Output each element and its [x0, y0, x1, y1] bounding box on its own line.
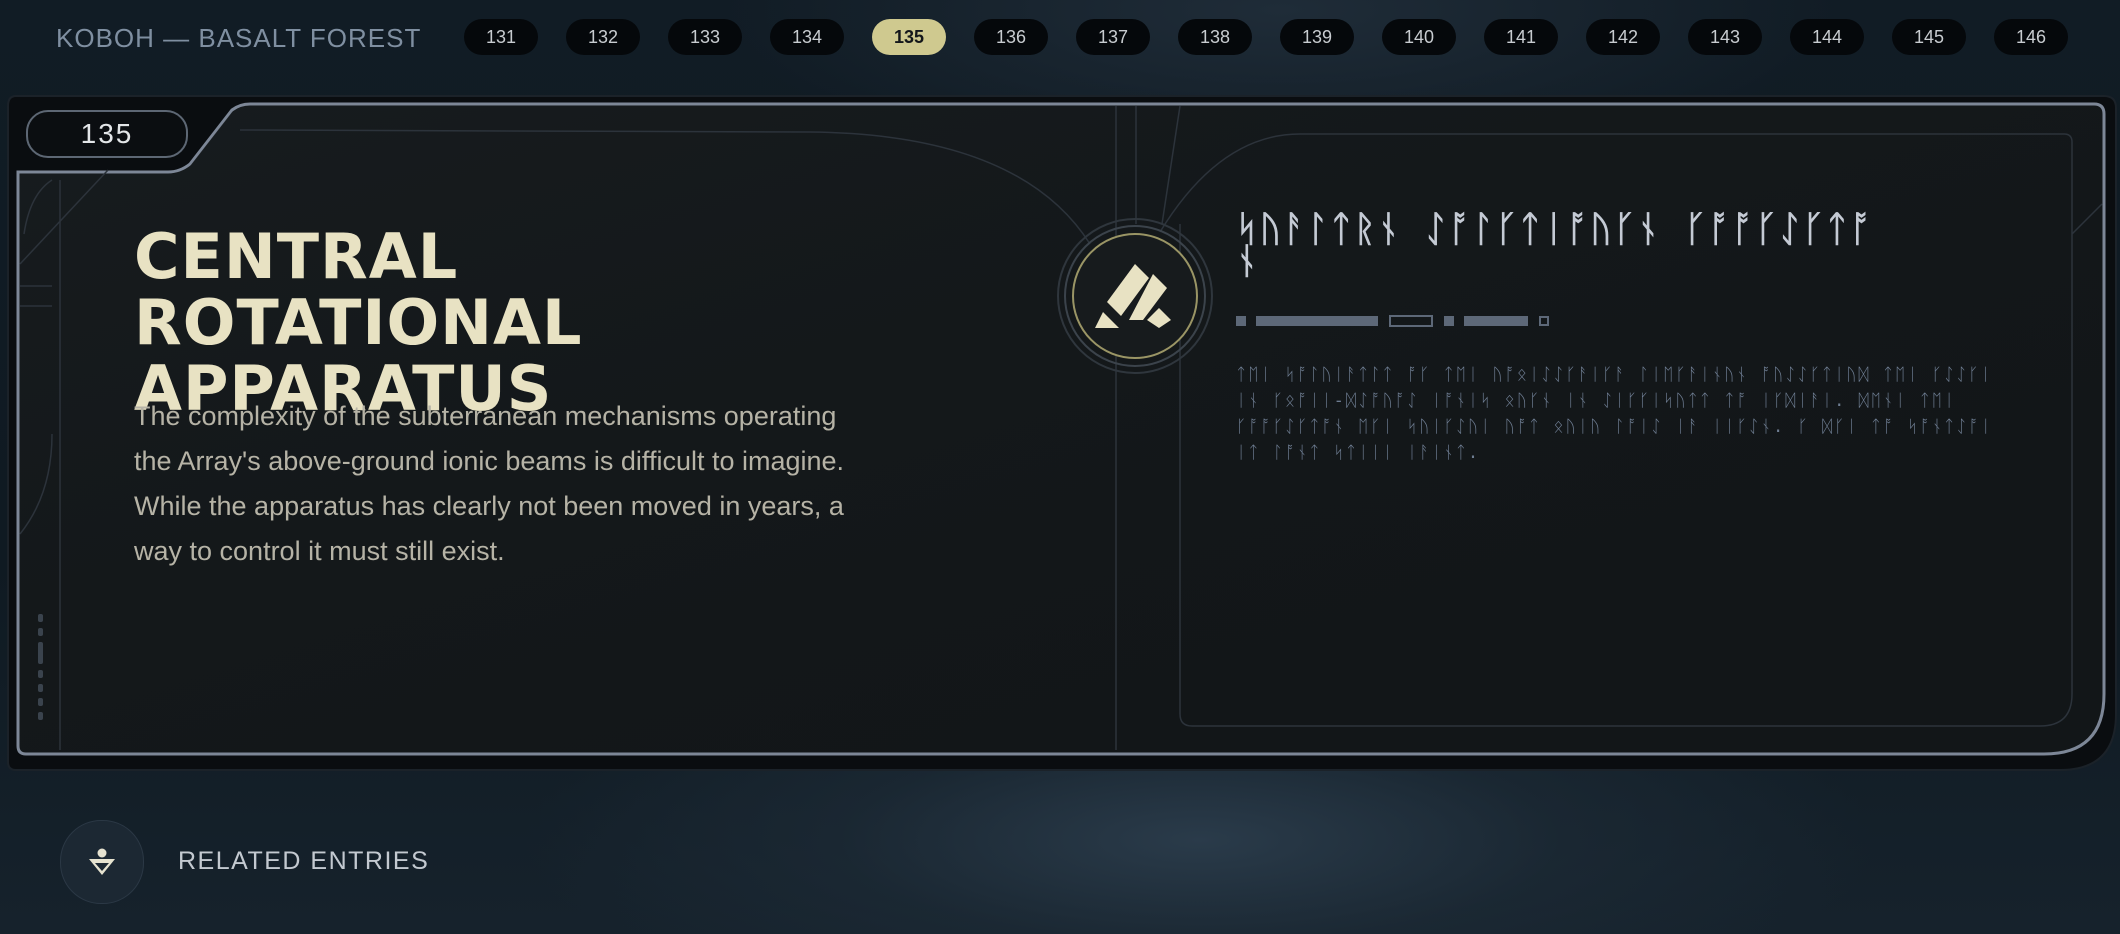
- related-entries-button[interactable]: [60, 820, 144, 904]
- entry-description: The complexity of the subterranean mecha…: [134, 401, 845, 566]
- databank-entry-card: 135 CENTRAL ROTATIONAL APPARATUS The com…: [0, 94, 2120, 774]
- entry-tab-146[interactable]: 146: [1994, 19, 2068, 55]
- entry-tab-137[interactable]: 137: [1076, 19, 1150, 55]
- related-entries-label: RELATED ENTRIES: [178, 847, 430, 875]
- location-breadcrumb: KOBOH — BASALT FOREST: [56, 23, 422, 53]
- aurebesh-description: ᛏᛖᛁ ᛋᚩᛚᚢᛁᚨᛏᛚᛏ ᚩᚴ ᛏᛖᛁ ᚢᚩᛟᛁᛇᛇᚴᚨᛁᚴᚨ ᛚᛁᛖᚴᚨᛁᚾ…: [1236, 365, 1993, 463]
- entry-tab-142[interactable]: 142: [1586, 19, 1660, 55]
- entry-navigation-bar: KOBOH — BASALT FOREST 131 132 133 134 135 136…: [0, 0, 2120, 76]
- databank-category-icon: [1057, 218, 1213, 374]
- entry-tab-136[interactable]: 136: [974, 19, 1048, 55]
- entry-title: CENTRAL ROTATIONAL APPARATUS: [134, 220, 583, 425]
- aurebesh-title: ᛋᚢᚨᛚᛏᚱᚾ ᛇᚩᛚᚴᛏᛁᚩᚢᚴᚾ ᚴᚩᚩᚴᛇᚴᛏᚩᚾ: [1236, 209, 1874, 282]
- entry-tab-135[interactable]: 135: [872, 19, 946, 55]
- entry-tab-141[interactable]: 141: [1484, 19, 1558, 55]
- entry-tab-134[interactable]: 134: [770, 19, 844, 55]
- entry-tab-131[interactable]: 131: [464, 19, 538, 55]
- entry-tab-140[interactable]: 140: [1382, 19, 1456, 55]
- decorative-divider: [1236, 315, 1549, 327]
- entry-tab-145[interactable]: 145: [1892, 19, 1966, 55]
- entry-tab-143[interactable]: 143: [1688, 19, 1762, 55]
- entry-tab-144[interactable]: 144: [1790, 19, 1864, 55]
- related-entries-icon: [89, 848, 115, 875]
- entry-tab-139[interactable]: 139: [1280, 19, 1354, 55]
- entry-number-badge: 135: [26, 110, 188, 158]
- entry-tab-138[interactable]: 138: [1178, 19, 1252, 55]
- entry-tab-133[interactable]: 133: [668, 19, 742, 55]
- entry-tab-132[interactable]: 132: [566, 19, 640, 55]
